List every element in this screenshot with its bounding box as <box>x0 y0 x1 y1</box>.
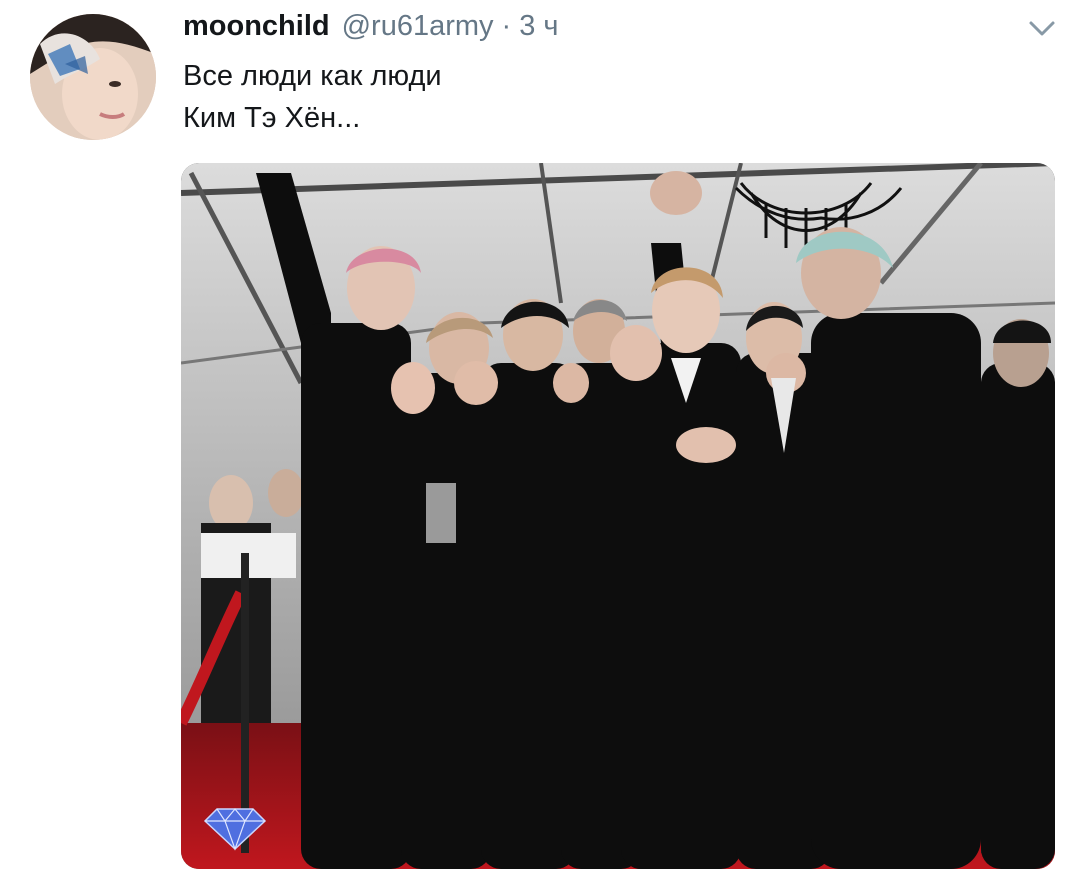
display-name[interactable]: moonchild <box>183 10 330 43</box>
tweet-media-photo[interactable] <box>181 163 1055 869</box>
separator-dot: · <box>501 10 512 42</box>
tweet-text-line: Ким Тэ Хён... <box>183 102 361 134</box>
tweet-text: Все люди как люди Ким Тэ Хён... <box>183 55 442 139</box>
tweet-header: moonchild @ru61army · 3 ч <box>183 10 559 46</box>
timestamp[interactable]: 3 ч <box>519 10 558 43</box>
chevron-down-icon[interactable] <box>1026 16 1058 40</box>
tweet: moonchild @ru61army · 3 ч Все люди как л… <box>0 0 1080 882</box>
tweet-text-line: Все люди как люди <box>183 60 442 92</box>
diamond-icon <box>203 805 267 851</box>
avatar[interactable] <box>30 14 156 140</box>
user-handle[interactable]: @ru61army <box>342 10 494 43</box>
